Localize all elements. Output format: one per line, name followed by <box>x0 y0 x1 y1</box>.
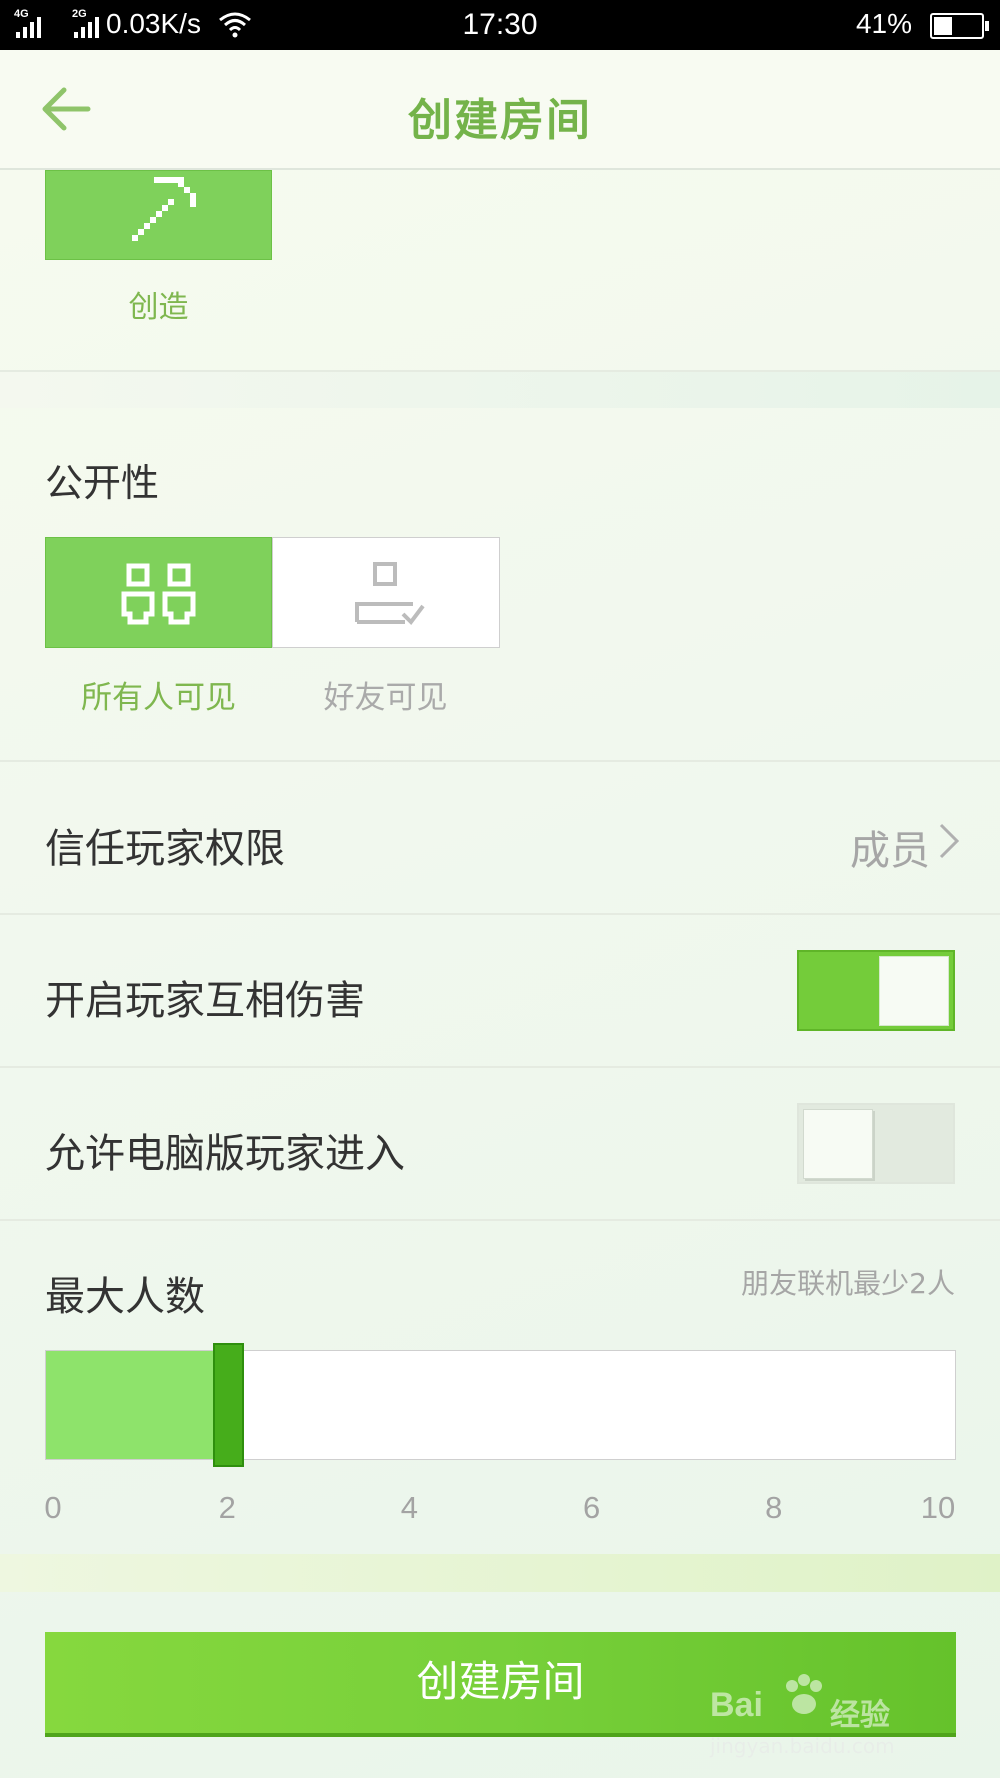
pc-players-toggle[interactable] <box>797 1103 955 1184</box>
header: 创建房间 <box>0 50 1000 170</box>
max-players-label: 最大人数 <box>45 1274 205 1320</box>
toggle-knob <box>803 1109 873 1179</box>
battery-percent: 41% <box>855 8 912 39</box>
watermark-url: jingyan.baidu.com <box>710 1734 895 1758</box>
visibility-label-friends: 好友可见 <box>323 680 448 716</box>
baidu-watermark: Bai 经验 jingyan.baidu.com <box>710 1674 910 1768</box>
divider <box>0 1066 1000 1068</box>
pvp-toggle[interactable] <box>797 950 955 1031</box>
game-mode-tile[interactable] <box>45 170 272 260</box>
visibility-option-friends[interactable] <box>272 537 500 648</box>
slider-tick-label: 0 <box>44 1490 62 1525</box>
clock: 17:30 <box>462 8 538 41</box>
slider-tick-label: 8 <box>765 1490 783 1525</box>
divider <box>0 913 1000 915</box>
max-players-hint: 朋友联机最少2人 <box>741 1267 955 1300</box>
group-icon <box>121 563 196 625</box>
status-bar: 4G 2G 0.03K/s 17:30 41% <box>0 0 1000 50</box>
divider <box>0 1219 1000 1221</box>
user-check-icon <box>355 562 425 626</box>
pc-players-label: 允许电脑版玩家进入 <box>45 1131 405 1177</box>
section-separator <box>0 1554 1000 1592</box>
chevron-right-icon <box>939 823 960 859</box>
slider-tick-label: 4 <box>400 1490 419 1525</box>
trust-permission-row[interactable]: 信任玩家权限 成员 <box>0 762 1000 914</box>
slider-tick-label: 10 <box>920 1490 956 1525</box>
pvp-label: 开启玩家互相伤害 <box>45 978 365 1024</box>
trust-permission-label: 信任玩家权限 <box>45 826 285 872</box>
max-players-slider[interactable] <box>45 1343 956 1467</box>
battery-icon <box>930 13 989 39</box>
slider-fill <box>46 1351 228 1459</box>
toggle-knob <box>879 956 949 1026</box>
slider-tick-label: 6 <box>582 1490 601 1525</box>
visibility-title: 公开性 <box>45 461 160 505</box>
game-mode-label: 创造 <box>128 290 189 325</box>
watermark-text-cn: 经验 <box>830 1698 890 1733</box>
section-separator <box>0 372 1000 408</box>
slider-thumb[interactable] <box>212 1343 244 1467</box>
trust-permission-value: 成员 <box>850 828 930 874</box>
watermark-text: Bai <box>710 1686 763 1724</box>
pickaxe-icon <box>132 177 196 241</box>
slider-tick-label: 2 <box>218 1490 236 1525</box>
visibility-option-everyone[interactable] <box>45 537 272 648</box>
page-title: 创建房间 <box>408 95 592 146</box>
slider-ticks: 0 2 4 6 8 10 <box>44 1490 956 1530</box>
visibility-label-everyone: 所有人可见 <box>81 680 236 716</box>
paw-icon <box>786 1674 822 1714</box>
